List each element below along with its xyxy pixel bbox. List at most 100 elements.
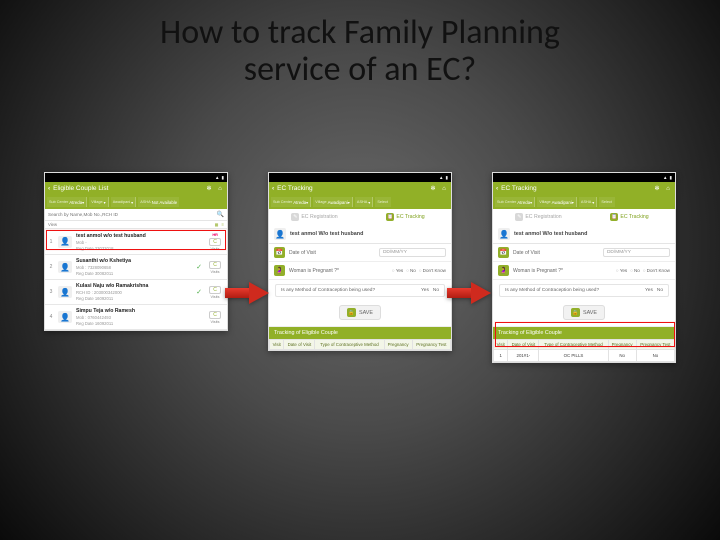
tracking-header: Tracking of Eligible Couple xyxy=(493,327,675,339)
save-bar: 🔒 SAVE xyxy=(269,301,451,327)
pregnant-radios[interactable]: Yes No Don't Know xyxy=(616,268,670,273)
back-icon[interactable]: ‹ xyxy=(48,185,50,192)
list-item[interactable]: 2 👤 Susanthi w/o Kshetiya Mob : 73280906… xyxy=(45,255,227,280)
table-header-row: Visit Date of Visit Type of Contraceptiv… xyxy=(494,340,675,350)
back-icon[interactable]: ‹ xyxy=(272,185,274,192)
row-contraception: Is any Method of Contraception being use… xyxy=(499,284,669,297)
home-icon[interactable]: ⌂ xyxy=(216,185,224,193)
avatar-icon: 👤 xyxy=(58,261,72,273)
registration-icon: ✎ xyxy=(291,213,299,221)
list-item[interactable]: 4 👤 Simpu Teja w/o Ramesh Mob : 07604424… xyxy=(45,305,227,330)
battery-icon: ▮ xyxy=(670,175,672,181)
row-pregnant: 🤰 Woman is Pregnant ?* Yes No Don't Know xyxy=(493,262,675,280)
couple-header: 👤 test anmol W/o test husband xyxy=(493,225,675,244)
search-icon[interactable]: 🔍 xyxy=(217,211,224,218)
save-button[interactable]: 🔒 SAVE xyxy=(563,305,605,320)
search-bar: 🔍 xyxy=(45,209,227,221)
check-icon: ✓ xyxy=(196,263,202,271)
tab-ec-tracking[interactable]: 📋EC Tracking xyxy=(584,209,675,225)
filter-asha[interactable]: ASHA ▾ xyxy=(355,197,373,207)
row-pregnant: 🤰 Woman is Pregnant ?* Yes No Don't Know xyxy=(269,262,451,280)
avatar-icon: 👤 xyxy=(498,228,510,240)
calendar-icon: 📅 xyxy=(274,247,285,258)
couple-header: 👤 test anmol W/o test husband xyxy=(269,225,451,244)
home-icon[interactable]: ⌂ xyxy=(440,185,448,193)
view-bar: View ▦ ≡ xyxy=(45,221,227,229)
spinner-icon[interactable]: ✻ xyxy=(653,185,661,193)
contraception-radios[interactable]: Yes No xyxy=(421,288,439,293)
date-of-visit-input[interactable]: DD/MM/YY xyxy=(379,248,446,257)
avatar-icon: 👤 xyxy=(274,228,286,240)
filter-village[interactable]: Village ▾ xyxy=(89,197,108,207)
filter-subcenter[interactable]: Sub CenterAtreda ▾ xyxy=(271,197,311,207)
filter-village[interactable]: VillageAwadipani ▾ xyxy=(537,197,577,207)
call-button[interactable]: C xyxy=(209,238,221,246)
couple-name: test anmol W/o test husband xyxy=(290,231,363,237)
save-icon: 🔒 xyxy=(347,308,356,317)
grid-view-icon[interactable]: ▦ xyxy=(215,222,219,227)
header-title: EC Tracking xyxy=(277,185,312,192)
list-item[interactable]: 1 👤 test anmol w/o test husband Mob - Re… xyxy=(45,229,227,255)
couple-name: test anmol W/o test husband xyxy=(514,231,587,237)
avatar-icon: 👤 xyxy=(58,311,72,323)
signal-icon: ▲ xyxy=(439,175,443,181)
tab-ec-tracking[interactable]: 📋EC Tracking xyxy=(360,209,451,225)
save-bar: 🔒 SAVE xyxy=(493,301,675,327)
app-header: ‹ EC Tracking ✻ ⌂ xyxy=(493,182,675,195)
filter-awadipani[interactable]: Awadipani ▾ xyxy=(111,197,137,207)
filter-bar: Sub CenterAtreda ▾ VillageAwadipani ▾ AS… xyxy=(269,195,451,209)
tracking-table: Visit Date of Visit Type of Contraceptiv… xyxy=(493,339,675,362)
table-header-row: Visit Date of Visit Type of Contraceptiv… xyxy=(270,340,451,350)
title-line1: How to track Family Planning xyxy=(160,12,560,53)
status-bar: ▲ ▮ xyxy=(269,173,451,182)
call-button[interactable]: C xyxy=(209,311,221,319)
filter-subcenter[interactable]: Sub CenterAtreda ▾ xyxy=(47,197,87,207)
table-row[interactable]: 1 201#1- OC PILLS No No xyxy=(494,350,675,362)
screen-2: ▲ ▮ ‹ EC Tracking ✻ ⌂ Sub CenterAtreda ▾… xyxy=(268,172,452,351)
tab-ec-registration[interactable]: ✎EC Registration xyxy=(493,209,584,225)
date-of-visit-input[interactable]: DD/MM/YY xyxy=(603,248,670,257)
row-date-of-visit: 📅 Date of Visit DD/MM/YY xyxy=(269,244,451,262)
spinner-icon[interactable]: ✻ xyxy=(205,185,213,193)
battery-icon: ▮ xyxy=(222,175,224,181)
filter-bar: Sub CenterAtreda ▾ Village ▾ Awadipani ▾… xyxy=(45,195,227,209)
list-item[interactable]: 3 👤 Kulasi Naju w/o Ramakrishna RCH ID :… xyxy=(45,280,227,305)
filter-select[interactable]: Select xyxy=(599,197,615,207)
home-icon[interactable]: ⌂ xyxy=(664,185,672,193)
calendar-icon: 📅 xyxy=(498,247,509,258)
call-button[interactable]: C xyxy=(209,261,221,269)
contraception-radios[interactable]: Yes No xyxy=(645,288,663,293)
pregnant-radios[interactable]: Yes No Don't Know xyxy=(392,268,446,273)
row-contraception: Is any Method of Contraception being use… xyxy=(275,284,445,297)
tracking-header: Tracking of Eligible Couple xyxy=(269,327,451,339)
flow-arrow-2 xyxy=(447,282,491,304)
filter-asha[interactable]: ASHANot Available xyxy=(138,197,179,207)
contraception-label: Is any Method of Contraception being use… xyxy=(505,288,599,293)
contraception-label: Is any Method of Contraception being use… xyxy=(281,288,375,293)
status-bar: ▲ ▮ xyxy=(493,173,675,182)
filter-asha[interactable]: ASHA ▾ xyxy=(579,197,597,207)
search-input[interactable] xyxy=(48,212,214,217)
spinner-icon[interactable]: ✻ xyxy=(429,185,437,193)
filter-subcenter[interactable]: Sub CenterAtreda ▾ xyxy=(495,197,535,207)
list-view-icon[interactable]: ≡ xyxy=(222,222,224,227)
battery-icon: ▮ xyxy=(446,175,448,181)
filter-village[interactable]: VillageAwadipani ▾ xyxy=(313,197,353,207)
screens-row: ▲ ▮ ‹ Eligible Couple List ✻ ⌂ Sub Cente… xyxy=(0,172,720,363)
check-icon: ✓ xyxy=(196,288,202,296)
app-header: ‹ EC Tracking ✻ ⌂ xyxy=(269,182,451,195)
avatar-icon: 👤 xyxy=(58,286,72,298)
flow-arrow-1 xyxy=(225,282,269,304)
signal-icon: ▲ xyxy=(215,175,219,181)
save-button[interactable]: 🔒 SAVE xyxy=(339,305,381,320)
back-icon[interactable]: ‹ xyxy=(496,185,498,192)
slide-title: How to track Family Planning service of … xyxy=(0,0,720,89)
tab-ec-registration[interactable]: ✎EC Registration xyxy=(269,209,360,225)
app-header: ‹ Eligible Couple List ✻ ⌂ xyxy=(45,182,227,195)
screen-3: ▲ ▮ ‹ EC Tracking ✻ ⌂ Sub CenterAtreda ▾… xyxy=(492,172,676,363)
tracking-icon: 📋 xyxy=(610,213,618,221)
filter-select[interactable]: Select xyxy=(375,197,391,207)
couple-list[interactable]: 1 👤 test anmol w/o test husband Mob - Re… xyxy=(45,229,227,330)
call-button[interactable]: C xyxy=(209,286,221,294)
tabs: ✎EC Registration 📋EC Tracking xyxy=(269,209,451,225)
